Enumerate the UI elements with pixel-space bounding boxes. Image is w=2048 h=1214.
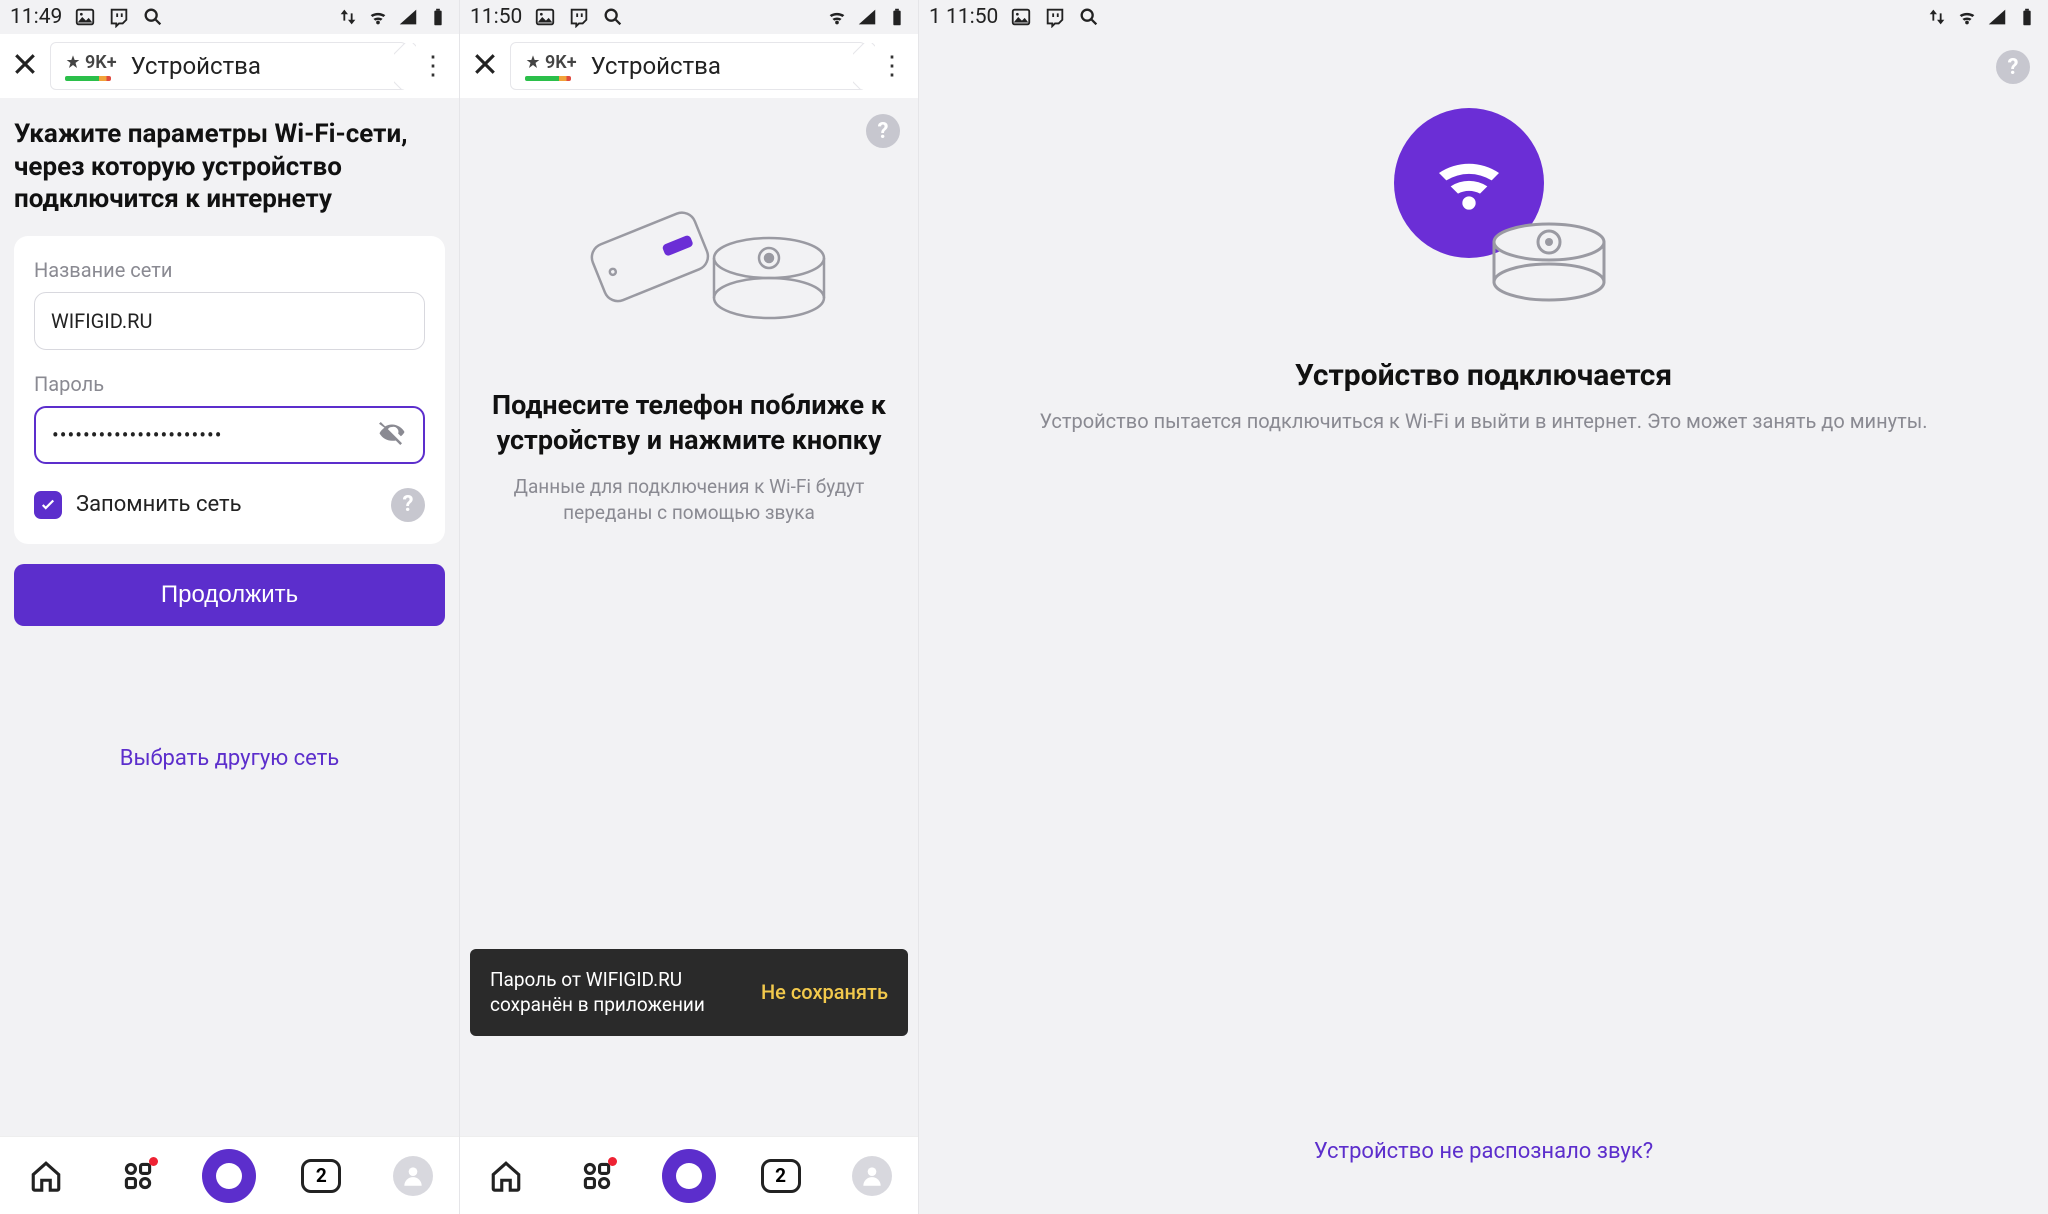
bottom-nav: 2 [0,1136,459,1214]
twitch-icon [1044,6,1066,28]
nav-services[interactable] [567,1151,627,1201]
wifi-icon [367,6,389,28]
data-arrows-icon [1926,6,1948,28]
snackbar-line2: сохранён в приложении [490,992,761,1018]
remember-checkbox[interactable] [34,491,62,519]
chevron-right-icon [853,43,875,89]
password-input[interactable]: •••••••••••••••••••••• [34,406,425,464]
status-time: 1 11:50 [929,5,998,29]
visibility-off-icon[interactable] [377,417,407,453]
close-button[interactable] [470,49,500,83]
nav-profile[interactable] [383,1151,443,1201]
snackbar-action[interactable]: Не сохранять [761,980,888,1004]
notification-dot [149,1157,158,1166]
signal-icon [397,6,419,28]
header-badge: 9K+ [545,52,577,73]
rating-bar [65,76,111,81]
continue-button[interactable]: Продолжить [14,564,445,626]
status-time: 11:50 [470,5,522,29]
status-time: 11:49 [10,5,62,29]
app-header: 9K+ Устройства ⋮ [460,34,918,98]
speaker-icon [1484,204,1614,308]
nav-home[interactable] [16,1151,76,1201]
signal-icon [1986,6,2008,28]
chevron-right-icon [394,43,416,89]
connecting-sub: Устройство пытается подключиться к Wi-Fi… [933,407,2034,435]
nav-tabs[interactable]: 2 [751,1151,811,1201]
choose-other-network-link[interactable]: Выбрать другую сеть [14,746,445,771]
header-title: Устройства [131,52,261,80]
ssid-input[interactable]: WIFIGID.RU [34,292,425,350]
instruction-sub: Данные для подключения к Wi-Fi будут пер… [474,474,904,525]
wifi-icon [1956,6,1978,28]
search-icon [1078,6,1100,28]
ssid-label: Название сети [34,258,425,282]
instruction-title: Поднесите телефон поближе к устройству и… [474,388,904,458]
wifi-icon [826,6,848,28]
header-pill[interactable]: 9K+ Устройства [50,42,407,90]
image-icon [1010,6,1032,28]
battery-icon [427,6,449,28]
screen-connecting: 1 11:50 ? [918,0,2048,1214]
password-label: Пароль [34,372,425,396]
nav-home[interactable] [476,1151,536,1201]
rating-bar [525,76,571,81]
twitch-icon [108,6,130,28]
status-bar: 11:49 [0,0,459,34]
page-heading: Укажите параметры Wi-Fi-сети, через кото… [14,118,445,216]
screen-wifi-form: 11:49 9K+ Устройства ⋮ Укажите параметры… [0,0,459,1214]
app-header: 9K+ Устройства ⋮ [0,34,459,98]
help-icon[interactable]: ? [1996,50,2030,84]
more-menu-button[interactable]: ⋮ [876,53,908,79]
status-bar: 11:50 [460,0,918,34]
twitch-icon [568,6,590,28]
nav-services[interactable] [108,1151,168,1201]
sound-not-recognized-link[interactable]: Устройство не распознало звук? [919,1139,2048,1164]
close-button[interactable] [10,49,40,83]
signal-icon [856,6,878,28]
help-icon[interactable]: ? [866,114,900,148]
header-pill[interactable]: 9K+ Устройства [510,42,866,90]
snackbar-line1: Пароль от WIFIGID.RU [490,967,761,993]
connecting-title: Устройство подключается [933,358,2034,393]
search-icon [142,6,164,28]
search-icon [602,6,624,28]
phone-speaker-illustration [474,188,904,348]
status-bar: 1 11:50 [919,0,2048,34]
help-icon[interactable]: ? [391,488,425,522]
battery-icon [886,6,908,28]
screen-bring-closer: 11:50 9K+ Устройства ⋮ ? [459,0,918,1214]
wifi-form-card: Название сети WIFIGID.RU Пароль ••••••••… [14,236,445,544]
nav-alice[interactable] [659,1151,719,1201]
nav-tabs[interactable]: 2 [291,1151,351,1201]
header-title: Устройства [591,52,721,80]
data-arrows-icon [337,6,359,28]
connecting-illustration [1394,108,1574,288]
header-badge: 9K+ [85,52,117,73]
remember-label: Запомнить сеть [76,492,377,517]
notification-dot [608,1157,617,1166]
image-icon [74,6,96,28]
snackbar: Пароль от WIFIGID.RU сохранён в приложен… [470,949,908,1036]
nav-profile[interactable] [842,1151,902,1201]
bottom-nav: 2 [460,1136,918,1214]
more-menu-button[interactable]: ⋮ [417,53,449,79]
nav-alice[interactable] [199,1151,259,1201]
battery-icon [2016,6,2038,28]
image-icon [534,6,556,28]
